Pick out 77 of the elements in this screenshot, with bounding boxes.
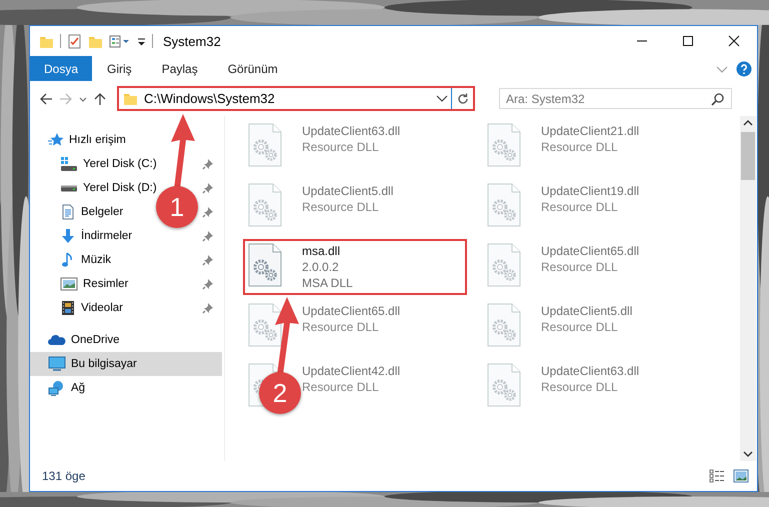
cloud-icon [48, 332, 66, 348]
help-icon[interactable] [736, 60, 752, 76]
window-title: System32 [163, 34, 221, 48]
chevron-down-icon [743, 450, 753, 458]
file-name[interactable]: UpdateClient63.dll [302, 123, 400, 139]
file-name[interactable]: UpdateClient63.dll [541, 363, 640, 379]
sidebar-item[interactable]: Ağ [30, 376, 222, 400]
ribbon-tab[interactable]: Giriş [92, 56, 147, 81]
star-icon [48, 132, 64, 148]
sidebar-item[interactable]: Yerel Disk (D:) [60, 176, 157, 200]
sidebar-item[interactable]: OneDrive [30, 328, 222, 352]
file-detail: Resource DLL [302, 379, 380, 395]
address-text: C:\Windows\System32 [144, 91, 276, 106]
drive-icon [60, 156, 78, 172]
ribbon-tab[interactable]: Paylaş [146, 56, 213, 81]
file-name[interactable]: UpdateClient42.dll [302, 363, 400, 379]
file-detail: 2.0.0.2 [302, 259, 340, 275]
sidebar-item[interactable]: Belgeler [60, 200, 124, 224]
sidebar-item[interactable]: Hızlı erişim [30, 128, 222, 152]
file-gear-icon [487, 363, 521, 407]
file-name[interactable]: UpdateClient19.dll [541, 183, 640, 199]
file-name: msa.dll [302, 243, 342, 259]
file-name[interactable]: UpdateClient21.dll [541, 123, 640, 139]
sidebar-item[interactable]: İndirmeler [60, 224, 132, 248]
sidebar-item[interactable]: Videolar [60, 296, 123, 320]
network-icon [48, 380, 66, 396]
file-gear-icon [487, 123, 521, 167]
sidebar-item[interactable]: Bu bilgisayar [30, 352, 222, 376]
close-icon [728, 35, 740, 47]
film-icon [60, 300, 76, 316]
file-gear-icon [248, 183, 282, 227]
file-detail: Resource DLL [302, 139, 380, 155]
file-name[interactable]: UpdateClient5.dll [541, 303, 632, 319]
file-detail: Resource DLL [541, 379, 619, 395]
file-gear-icon [248, 123, 282, 167]
file-gear-icon [487, 303, 521, 347]
file-item[interactable]: msa.dll 2.0.0.2 MSA DLL [243, 239, 467, 295]
drive-icon [60, 184, 78, 192]
item-count: 131 öge [42, 469, 86, 483]
search-icon [711, 92, 725, 106]
file-name[interactable]: UpdateClient5.dll [302, 183, 394, 199]
file-detail: Resource DLL [541, 139, 619, 155]
refresh-icon [456, 92, 470, 106]
sidebar-item[interactable]: Müzik [60, 248, 112, 272]
file-detail: Resource DLL [302, 199, 380, 215]
up-arrow-icon[interactable] [93, 92, 107, 106]
search-field[interactable]: Ara: System32 [499, 88, 732, 109]
file-detail: MSA DLL [302, 275, 353, 291]
file-name[interactable]: UpdateClient65.dll [302, 303, 400, 319]
picture-icon [60, 276, 78, 292]
maximize-icon [682, 35, 694, 47]
file-gear-icon [487, 183, 521, 227]
file-detail: Resource DLL [302, 319, 380, 335]
document-icon [60, 204, 76, 220]
chevron-up-icon [743, 119, 753, 127]
folder-icon [123, 91, 138, 106]
ribbon-tab[interactable]: Görünüm [212, 56, 293, 81]
scroll-thumb[interactable] [741, 132, 755, 180]
monitor-icon [48, 356, 66, 372]
file-menu-tab[interactable]: Dosya [30, 56, 92, 81]
back-arrow-icon[interactable] [39, 92, 53, 106]
scrollbar[interactable] [740, 116, 756, 461]
sidebar-item[interactable]: Yerel Disk (C:) [60, 152, 157, 176]
file-detail: Resource DLL [541, 259, 619, 275]
address-bar[interactable]: C:\Windows\System32 [117, 86, 475, 111]
checklist-icon[interactable] [67, 34, 82, 48]
file-gear-icon [248, 243, 282, 287]
details-view-icon[interactable] [709, 469, 725, 483]
down-arrow-icon [60, 228, 76, 244]
file-detail: Resource DLL [541, 319, 619, 335]
large-icons-view-icon[interactable] [733, 469, 749, 483]
file-gear-icon [248, 303, 282, 347]
properties-icon[interactable] [109, 34, 131, 48]
file-gear-icon [487, 243, 521, 287]
file-detail: Resource DLL [541, 199, 619, 215]
sidebar-item[interactable]: Resimler [60, 272, 128, 296]
file-name[interactable]: UpdateClient65.dll [541, 243, 640, 259]
